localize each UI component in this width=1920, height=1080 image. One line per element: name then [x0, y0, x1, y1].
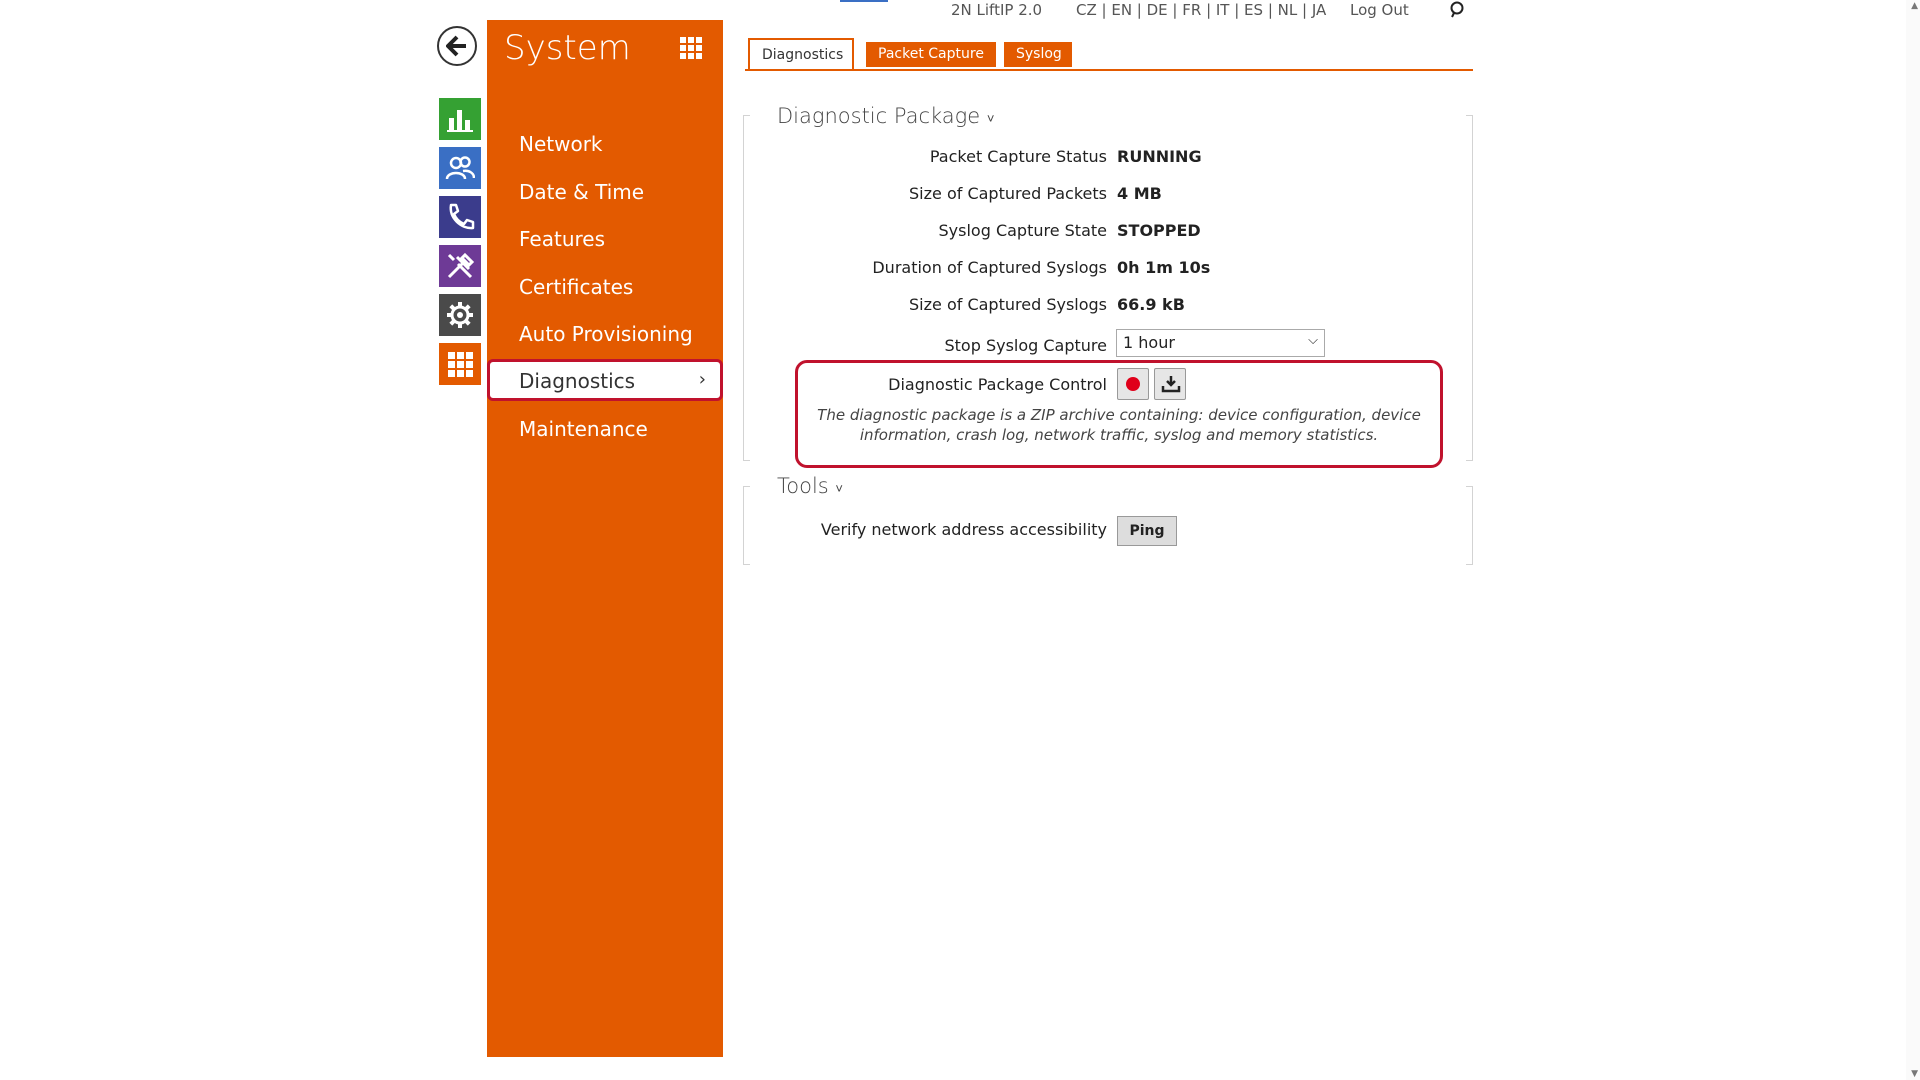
grid-menu-icon[interactable]	[679, 36, 703, 64]
apps-nav-button[interactable]	[439, 343, 481, 385]
tab-syslog[interactable]: Syslog	[1004, 42, 1072, 67]
sidebar-item-certificates[interactable]: Certificates	[519, 275, 633, 299]
scroll-up-icon[interactable]: ▲	[1911, 1, 1918, 11]
tools-icon	[447, 252, 475, 279]
sidebar-item-maintenance[interactable]: Maintenance	[519, 417, 648, 441]
sidebar-title: System	[504, 28, 631, 68]
scrollbar[interactable]: ▲ ▼	[1906, 0, 1920, 1080]
sidebar-item-network[interactable]: Network	[519, 132, 603, 156]
apps-grid-icon	[448, 352, 473, 377]
tab-packet-capture[interactable]: Packet Capture	[866, 42, 996, 67]
header-active-indicator	[840, 0, 888, 2]
syslog-duration-value: 0h 1m 10s	[1117, 258, 1211, 277]
status-nav-button[interactable]	[439, 98, 481, 140]
scroll-down-icon[interactable]: ▼	[1911, 1069, 1918, 1079]
tools-frame-right	[1466, 486, 1473, 565]
section-title-text: Diagnostic Package	[777, 104, 981, 128]
sidebar-item-label: Diagnostics	[519, 369, 636, 393]
calls-nav-button[interactable]	[439, 196, 481, 238]
gear-icon	[447, 302, 473, 328]
chevron-down-icon: ⌵	[1308, 333, 1318, 348]
chevron-right-icon: ›	[698, 369, 706, 390]
diagnostic-package-control-label: Diagnostic Package Control	[888, 375, 1107, 394]
diagnostic-package-description: The diagnostic package is a ZIP archive …	[817, 406, 1421, 444]
ping-button[interactable]: Ping	[1117, 516, 1177, 546]
syslog-size-label: Size of Captured Syslogs	[909, 295, 1107, 314]
back-arrow-icon	[446, 35, 466, 57]
logout-link[interactable]: Log Out	[1350, 1, 1409, 19]
section-diagnostic-package-title[interactable]: Diagnostic Package ˅	[777, 104, 994, 128]
stop-syslog-capture-label: Stop Syslog Capture	[944, 336, 1107, 355]
syslog-capture-state-label: Syslog Capture State	[938, 221, 1108, 240]
language-selector[interactable]: CZ | EN | DE | FR | IT | ES | NL | JA	[1076, 1, 1326, 19]
syslog-capture-state-value: STOPPED	[1117, 221, 1201, 240]
syslog-duration-label: Duration of Captured Syslogs	[872, 258, 1107, 277]
section-title-text: Tools	[777, 474, 829, 498]
directory-nav-button[interactable]	[439, 147, 481, 189]
packet-capture-status-value: RUNNING	[1117, 147, 1202, 166]
users-icon	[445, 156, 475, 180]
syslog-size-value: 66.9 kB	[1117, 295, 1185, 314]
device-name: 2N LiftIP 2.0	[951, 1, 1043, 19]
sidebar-item-auto-provisioning[interactable]: Auto Provisioning	[519, 322, 693, 346]
system-nav-button[interactable]	[439, 294, 481, 336]
download-icon	[1161, 376, 1181, 393]
section-tools-title[interactable]: Tools ˅	[777, 474, 843, 498]
sidebar-item-features[interactable]: Features	[519, 227, 605, 251]
chevron-down-icon: ˅	[986, 112, 995, 127]
section-frame-right	[1466, 115, 1473, 461]
tabs-underline	[745, 69, 1473, 71]
captured-packets-size-label: Size of Captured Packets	[909, 184, 1107, 203]
packet-capture-status-label: Packet Capture Status	[929, 147, 1107, 166]
record-button[interactable]	[1117, 368, 1149, 400]
tab-diagnostics[interactable]: Diagnostics	[748, 38, 854, 71]
chevron-down-icon: ˅	[835, 482, 844, 497]
select-value: 1 hour	[1123, 333, 1175, 352]
search-icon[interactable]	[1449, 1, 1465, 23]
verify-network-label: Verify network address accessibility	[820, 520, 1107, 539]
download-button[interactable]	[1154, 368, 1186, 400]
stop-syslog-capture-select[interactable]: 1 hour ⌵	[1116, 329, 1325, 357]
captured-packets-size-value: 4 MB	[1117, 184, 1162, 203]
section-frame-left	[743, 115, 750, 461]
phone-icon	[449, 203, 475, 230]
hardware-nav-button[interactable]	[439, 245, 481, 287]
record-icon	[1126, 377, 1140, 391]
back-button[interactable]	[437, 26, 477, 66]
statistics-icon	[447, 110, 473, 132]
sidebar-item-diagnostics[interactable]: Diagnostics ›	[487, 359, 723, 401]
sidebar: System Network Date & Time Features Cert…	[487, 20, 723, 1057]
sidebar-item-date-time[interactable]: Date & Time	[519, 180, 644, 204]
